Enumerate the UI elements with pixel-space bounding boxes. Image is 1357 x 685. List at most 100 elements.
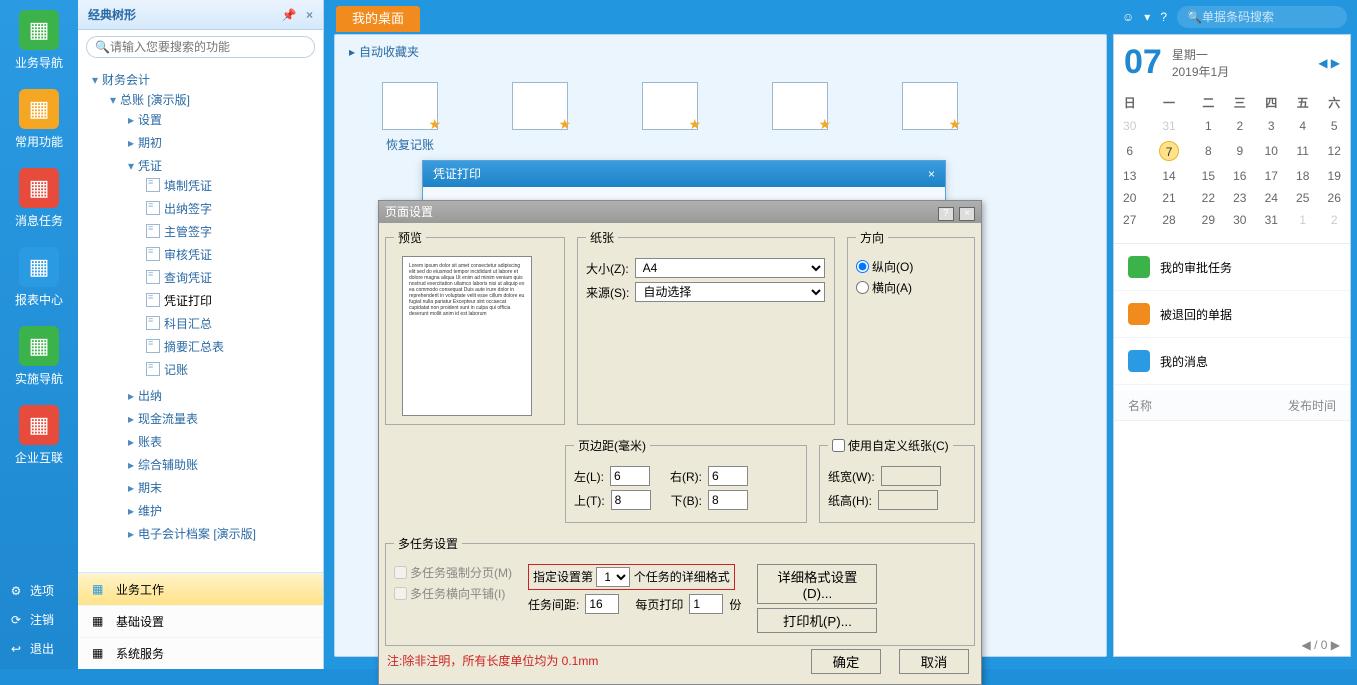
calendar-cell[interactable]: 26 <box>1318 187 1350 209</box>
tree-node[interactable]: ▸综合辅助账 <box>128 453 323 476</box>
tree-search[interactable]: 🔍 <box>86 36 315 58</box>
detail-button[interactable]: 详细格式设置(D)... <box>757 564 877 604</box>
tree-leaf[interactable]: 摘要汇总表 <box>146 335 323 358</box>
tree-node[interactable]: ▸维护 <box>128 499 323 522</box>
cancel-button[interactable]: 取消 <box>899 649 969 674</box>
close-icon[interactable]: × <box>959 207 975 221</box>
calendar-cell[interactable]: 12 <box>1318 137 1350 165</box>
margin-right[interactable] <box>708 466 748 486</box>
calendar-cell[interactable]: 30 <box>1114 115 1145 137</box>
tree-node[interactable]: ▸出纳 <box>128 384 323 407</box>
bottom-tab[interactable]: ▦基础设置 <box>78 605 323 637</box>
printer-button[interactable]: 打印机(P)... <box>757 608 877 633</box>
calendar-cell[interactable]: 11 <box>1287 137 1318 165</box>
smile-icon[interactable]: ☺ <box>1122 10 1134 24</box>
calendar-cell[interactable]: 16 <box>1224 165 1255 187</box>
desktop-shortcut[interactable]: 恢复记账 <box>375 82 445 153</box>
pin-icon[interactable]: 📌 <box>282 8 297 22</box>
calendar-cell[interactable]: 1 <box>1287 209 1318 231</box>
nav-bottom-item[interactable]: ⚙选项 <box>0 576 78 605</box>
tree-node[interactable]: ▾凭证 填制凭证 出纳签字 主管签字 审核凭证 查询凭证 凭证打印 科目汇总 <box>128 154 323 384</box>
ok-button[interactable]: 确定 <box>811 649 881 674</box>
bottom-tab[interactable]: ▦业务工作 <box>78 573 323 605</box>
calendar-next[interactable]: ▶ <box>1331 56 1340 70</box>
tree-node[interactable]: ▸现金流量表 <box>128 407 323 430</box>
calendar-cell[interactable]: 9 <box>1224 137 1255 165</box>
tree-node[interactable]: ▾总账 [演示版] ▸设置 ▸期初 ▾凭证 填制凭证 出纳签字 主管签字 审核凭… <box>110 88 323 548</box>
tree-leaf[interactable]: 主管签字 <box>146 220 323 243</box>
custom-paper-checkbox[interactable]: 使用自定义纸张(C) <box>828 437 953 454</box>
calendar-cell[interactable]: 18 <box>1287 165 1318 187</box>
tree-search-input[interactable] <box>110 40 306 54</box>
tree-leaf[interactable]: 科目汇总 <box>146 312 323 335</box>
close-icon[interactable]: × <box>306 8 313 22</box>
header-search[interactable]: 🔍 <box>1177 6 1347 28</box>
close-icon[interactable]: × <box>928 161 935 187</box>
calendar-cell[interactable]: 14 <box>1145 165 1192 187</box>
tree-leaf[interactable]: 记账 <box>146 358 323 381</box>
calendar-cell[interactable]: 22 <box>1193 187 1224 209</box>
calendar-cell[interactable]: 29 <box>1193 209 1224 231</box>
calendar-cell[interactable]: 24 <box>1256 187 1287 209</box>
calendar-cell[interactable]: 27 <box>1114 209 1145 231</box>
calendar-cell[interactable]: 6 <box>1114 137 1145 165</box>
help-icon[interactable]: ? <box>938 207 954 221</box>
nav-item[interactable]: ▦实施导航 <box>0 316 78 395</box>
task-item[interactable]: 我的消息 <box>1114 338 1350 385</box>
calendar-cell[interactable]: 13 <box>1114 165 1145 187</box>
calendar-cell[interactable]: 8 <box>1193 137 1224 165</box>
calendar-cell[interactable]: 4 <box>1287 115 1318 137</box>
tab-desktop[interactable]: 我的桌面 <box>336 6 420 32</box>
calendar-prev[interactable]: ◀ <box>1318 56 1327 70</box>
calendar-cell[interactable]: 5 <box>1318 115 1350 137</box>
task-item[interactable]: 我的审批任务 <box>1114 244 1350 291</box>
margin-left[interactable] <box>610 466 650 486</box>
task-number-select[interactable]: 1 <box>596 567 630 587</box>
tree-leaf[interactable]: 审核凭证 <box>146 243 323 266</box>
nav-bottom-item[interactable]: ↩退出 <box>0 634 78 663</box>
task-item[interactable]: 被退回的单据 <box>1114 291 1350 338</box>
tree-leaf[interactable]: 查询凭证 <box>146 266 323 289</box>
margin-top[interactable] <box>611 490 651 510</box>
calendar-cell[interactable]: 15 <box>1193 165 1224 187</box>
margin-bottom[interactable] <box>708 490 748 510</box>
calendar-cell[interactable]: 20 <box>1114 187 1145 209</box>
calendar-cell[interactable]: 2 <box>1318 209 1350 231</box>
calendar-cell[interactable]: 30 <box>1224 209 1255 231</box>
per-page[interactable] <box>689 594 723 614</box>
breadcrumb[interactable]: ▸自动收藏夹 <box>335 35 1106 68</box>
calendar-cell[interactable]: 28 <box>1145 209 1192 231</box>
calendar-cell[interactable]: 1 <box>1193 115 1224 137</box>
nav-bottom-item[interactable]: ⟳注销 <box>0 605 78 634</box>
header-search-input[interactable] <box>1202 10 1357 24</box>
portrait-radio[interactable]: 纵向(O) <box>856 258 913 275</box>
calendar-cell[interactable]: 21 <box>1145 187 1192 209</box>
tree-node[interactable]: ▸期初 <box>128 131 323 154</box>
tree-node[interactable]: ▾财务会计 ▾总账 [演示版] ▸设置 ▸期初 ▾凭证 填制凭证 出纳签字 主管… <box>92 68 323 551</box>
paper-size-select[interactable]: A4 <box>635 258 825 278</box>
desktop-shortcut[interactable] <box>765 82 835 153</box>
calendar-cell[interactable]: 23 <box>1224 187 1255 209</box>
desktop-shortcut[interactable] <box>505 82 575 153</box>
calendar-cell[interactable]: 2 <box>1224 115 1255 137</box>
tree-node[interactable]: ▸电子会计档案 [演示版] <box>128 522 323 545</box>
desktop-shortcut[interactable] <box>895 82 965 153</box>
paper-source-select[interactable]: 自动选择 <box>635 282 825 302</box>
calendar-cell[interactable]: 25 <box>1287 187 1318 209</box>
calendar-cell[interactable]: 31 <box>1145 115 1192 137</box>
tree-node[interactable]: ▸账表 <box>128 430 323 453</box>
nav-item[interactable]: ▦企业互联 <box>0 395 78 474</box>
desktop-shortcut[interactable] <box>635 82 705 153</box>
calendar-cell[interactable]: 19 <box>1318 165 1350 187</box>
tree-node[interactable]: ▸设置 <box>128 108 323 131</box>
chevron-down-icon[interactable]: ▾ <box>1144 10 1150 24</box>
tree-leaf-selected[interactable]: 凭证打印 <box>146 289 323 312</box>
help-icon[interactable]: ? <box>1160 10 1167 24</box>
nav-item[interactable]: ▦消息任务 <box>0 158 78 237</box>
nav-item[interactable]: ▦常用功能 <box>0 79 78 158</box>
task-gap[interactable] <box>585 594 619 614</box>
calendar-today[interactable]: 7 <box>1145 137 1192 165</box>
calendar-cell[interactable]: 17 <box>1256 165 1287 187</box>
tree-leaf[interactable]: 填制凭证 <box>146 174 323 197</box>
calendar-cell[interactable]: 10 <box>1256 137 1287 165</box>
